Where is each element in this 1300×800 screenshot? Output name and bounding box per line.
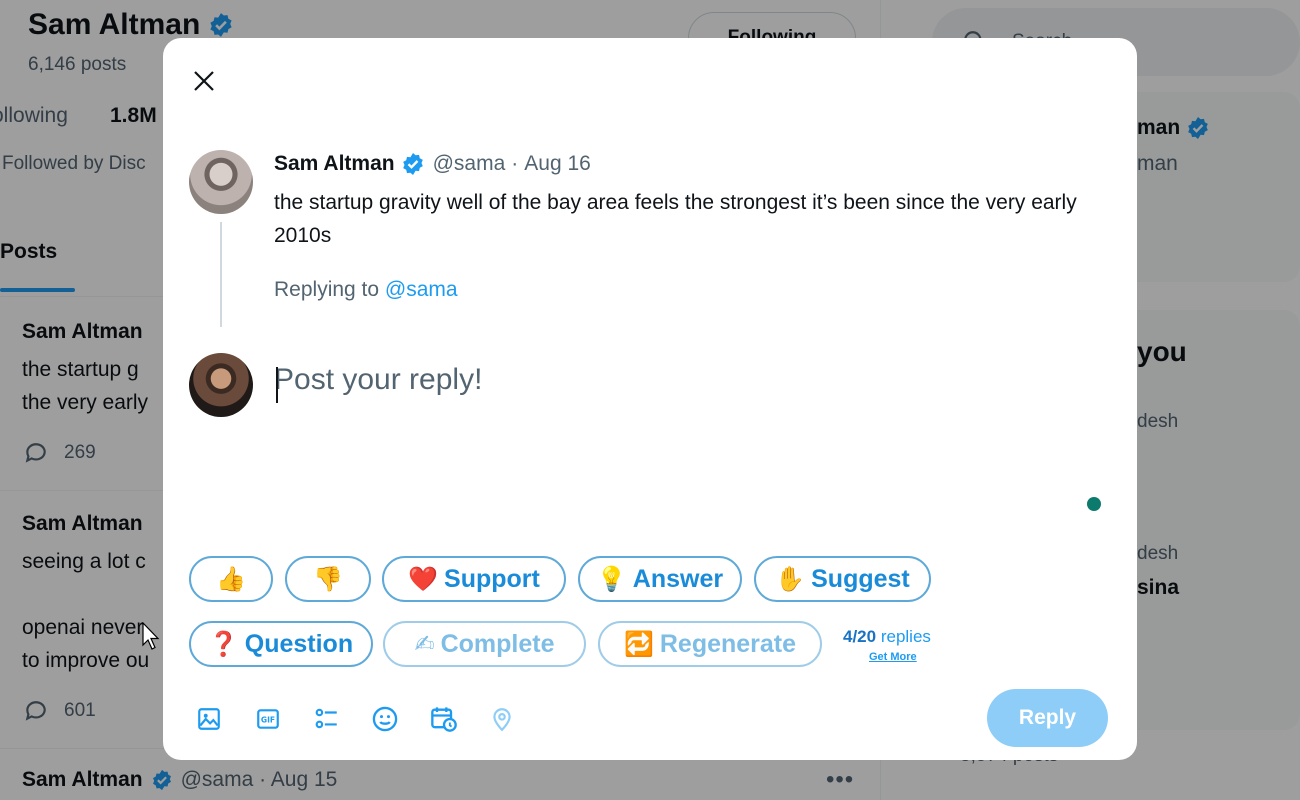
writing-hand-icon: ✍ xyxy=(414,630,435,658)
gif-icon: GIF xyxy=(257,709,279,729)
counter-suffix: replies xyxy=(880,627,931,646)
original-author-handle[interactable]: @sama xyxy=(433,152,506,176)
close-button[interactable] xyxy=(185,62,223,100)
complete-chip[interactable]: ✍ Complete xyxy=(383,621,586,667)
original-post-text: the startup gravity well of the bay area… xyxy=(274,191,1077,247)
get-more-link[interactable]: Get More xyxy=(869,651,917,663)
heart-icon: ❤️ xyxy=(408,565,439,593)
answer-label: Answer xyxy=(632,564,724,593)
reply-modal: Sam Altman @sama · Aug 16 the startup gr… xyxy=(163,38,1137,760)
mouse-pointer-icon xyxy=(142,622,160,650)
complete-label: Complete xyxy=(440,629,555,658)
question-chip[interactable]: ❓ Question xyxy=(189,621,373,667)
original-post-date[interactable]: Aug 16 xyxy=(524,152,591,176)
support-label: Support xyxy=(444,564,540,593)
replying-to-handle[interactable]: @sama xyxy=(385,278,458,301)
support-chip[interactable]: ❤️ Support xyxy=(382,556,566,602)
thumbs-down-icon: 👎 xyxy=(313,565,343,593)
image-icon xyxy=(198,708,220,730)
reply-counter: 4/20 replies xyxy=(843,627,931,647)
replying-to: Replying to @sama xyxy=(274,278,458,302)
thumbs-up-icon: 👍 xyxy=(216,565,246,593)
location-button[interactable] xyxy=(487,704,517,734)
original-author-avatar[interactable] xyxy=(189,150,253,214)
regenerate-label: Regenerate xyxy=(659,629,797,658)
counter-value: 4/20 xyxy=(843,627,877,646)
status-indicator-dot xyxy=(1087,497,1101,511)
media-button[interactable] xyxy=(194,704,224,734)
meta-separator: · xyxy=(511,152,519,175)
question-mark-icon: ❓ xyxy=(208,630,239,658)
location-icon xyxy=(493,708,511,732)
reply-button[interactable]: Reply xyxy=(987,689,1108,747)
answer-chip[interactable]: 💡 Answer xyxy=(578,556,742,602)
schedule-icon xyxy=(431,707,457,732)
schedule-button[interactable] xyxy=(429,704,459,734)
verified-badge-icon xyxy=(402,153,423,175)
regenerate-chip[interactable]: 🔁 Regenerate xyxy=(598,621,822,667)
thumbs-down-chip[interactable]: 👎 xyxy=(285,556,371,602)
poll-button[interactable] xyxy=(312,704,342,734)
lightbulb-icon: 💡 xyxy=(596,565,627,593)
thread-connector xyxy=(220,222,222,327)
close-icon xyxy=(194,71,214,91)
text-caret xyxy=(276,367,278,403)
poll-icon xyxy=(315,708,337,729)
reply-textarea[interactable] xyxy=(274,363,1094,523)
suggest-label: Suggest xyxy=(811,564,910,593)
replying-to-prefix: Replying to xyxy=(274,278,380,301)
original-post-header: Sam Altman @sama · Aug 16 xyxy=(274,152,591,176)
raised-hand-icon: ✋ xyxy=(775,565,806,593)
emoji-icon xyxy=(372,706,398,732)
gif-button[interactable]: GIF xyxy=(253,704,283,734)
original-author-name[interactable]: Sam Altman xyxy=(274,152,395,176)
thumbs-up-chip[interactable]: 👍 xyxy=(189,556,273,602)
user-avatar[interactable] xyxy=(189,353,253,417)
question-label: Question xyxy=(244,629,354,658)
regenerate-icon: 🔁 xyxy=(623,630,654,658)
emoji-button[interactable] xyxy=(370,704,400,734)
svg-text:GIF: GIF xyxy=(261,715,275,724)
suggest-chip[interactable]: ✋ Suggest xyxy=(754,556,931,602)
